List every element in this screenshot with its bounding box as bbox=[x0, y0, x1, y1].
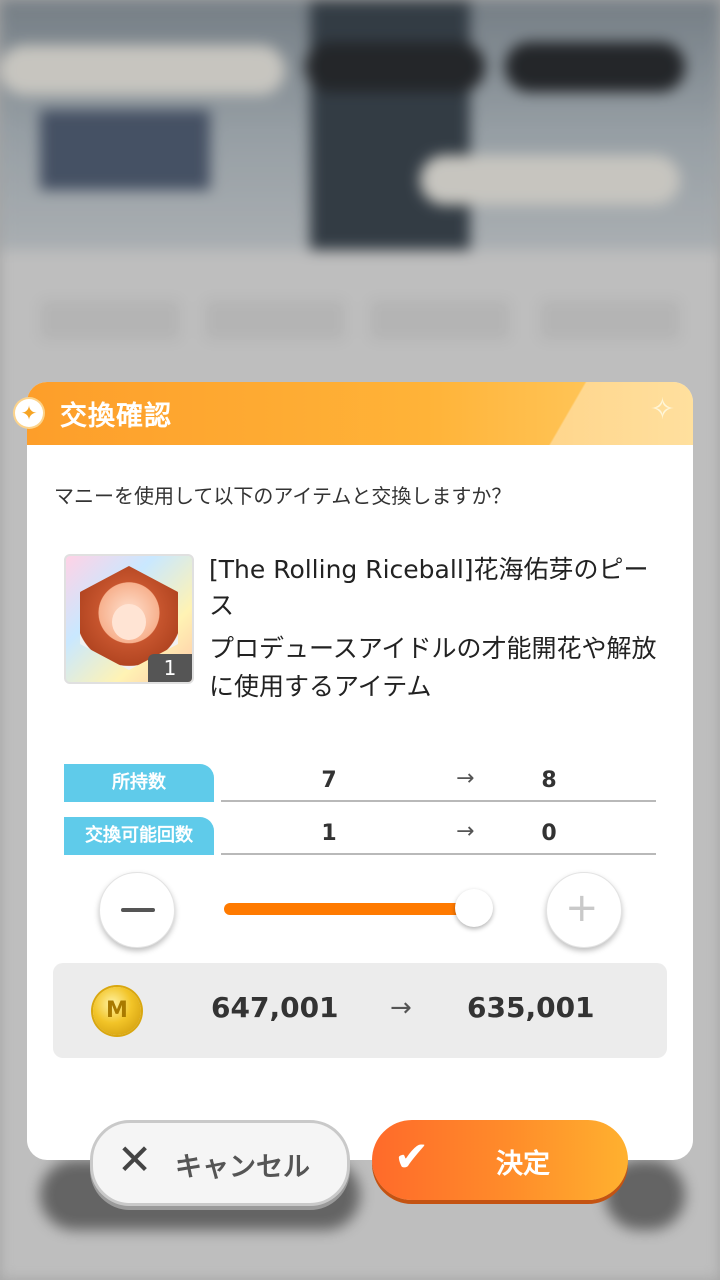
check-icon: ✔ bbox=[394, 1132, 430, 1181]
exchange-confirm-dialog: 交換確認 ✧ ✦ マニーを使用して以下のアイテムと交換しますか？ 1 [The … bbox=[15, 382, 693, 1160]
confirm-button-label: 決定 bbox=[496, 1149, 550, 1180]
item-thumbnail: 1 bbox=[64, 554, 194, 684]
plus-icon: + bbox=[565, 885, 599, 931]
arrow-right-icon: → bbox=[456, 766, 475, 791]
quantity-slider-handle[interactable] bbox=[455, 889, 493, 927]
cancel-button[interactable]: ✕ キャンセル bbox=[90, 1120, 350, 1206]
cancel-button-label: キャンセル bbox=[175, 1152, 310, 1183]
arrow-right-icon: → bbox=[390, 993, 412, 1023]
dialog-title: 交換確認 bbox=[60, 401, 172, 432]
item-description: プロデュースアイドルの才能開花や解放に使用するアイテム bbox=[209, 634, 657, 701]
money-after: 635,001 bbox=[467, 991, 595, 1024]
item-quantity-badge: 1 bbox=[148, 654, 192, 682]
exchange-limit-after: 0 bbox=[541, 821, 557, 846]
confirm-button[interactable]: ✔ 決定 bbox=[372, 1120, 628, 1200]
item-name: [The Rolling Riceball]花海佑芽のピース bbox=[209, 555, 649, 620]
owned-count-label: 所持数 bbox=[64, 764, 214, 802]
confirm-question: マニーを使用して以下のアイテムと交換しますか？ bbox=[54, 484, 512, 508]
quantity-slider-track[interactable] bbox=[224, 903, 474, 915]
money-before: 647,001 bbox=[211, 991, 339, 1024]
owned-count-after: 8 bbox=[541, 768, 557, 793]
sparkle-icon: ✧ bbox=[649, 392, 675, 427]
dialog-header: 交換確認 ✧ bbox=[27, 382, 693, 445]
owned-count-row: 所持数 7 → 8 bbox=[64, 764, 656, 802]
sparkle-icon: ✦ bbox=[15, 399, 43, 427]
exchange-limit-row: 交換可能回数 1 → 0 bbox=[64, 817, 656, 855]
decrease-button[interactable] bbox=[99, 872, 175, 948]
exchange-limit-label: 交換可能回数 bbox=[64, 817, 214, 855]
row-divider bbox=[221, 800, 656, 802]
increase-button[interactable]: + bbox=[546, 872, 622, 948]
cost-summary: M 647,001 → 635,001 bbox=[53, 963, 667, 1058]
minus-icon bbox=[121, 908, 155, 912]
owned-count-before: 7 bbox=[321, 768, 337, 793]
money-coin-icon: M bbox=[93, 987, 141, 1035]
exchange-limit-before: 1 bbox=[321, 821, 337, 846]
row-divider bbox=[221, 853, 656, 855]
character-face bbox=[112, 604, 146, 640]
arrow-right-icon: → bbox=[456, 819, 475, 844]
close-icon: ✕ bbox=[117, 1135, 153, 1184]
